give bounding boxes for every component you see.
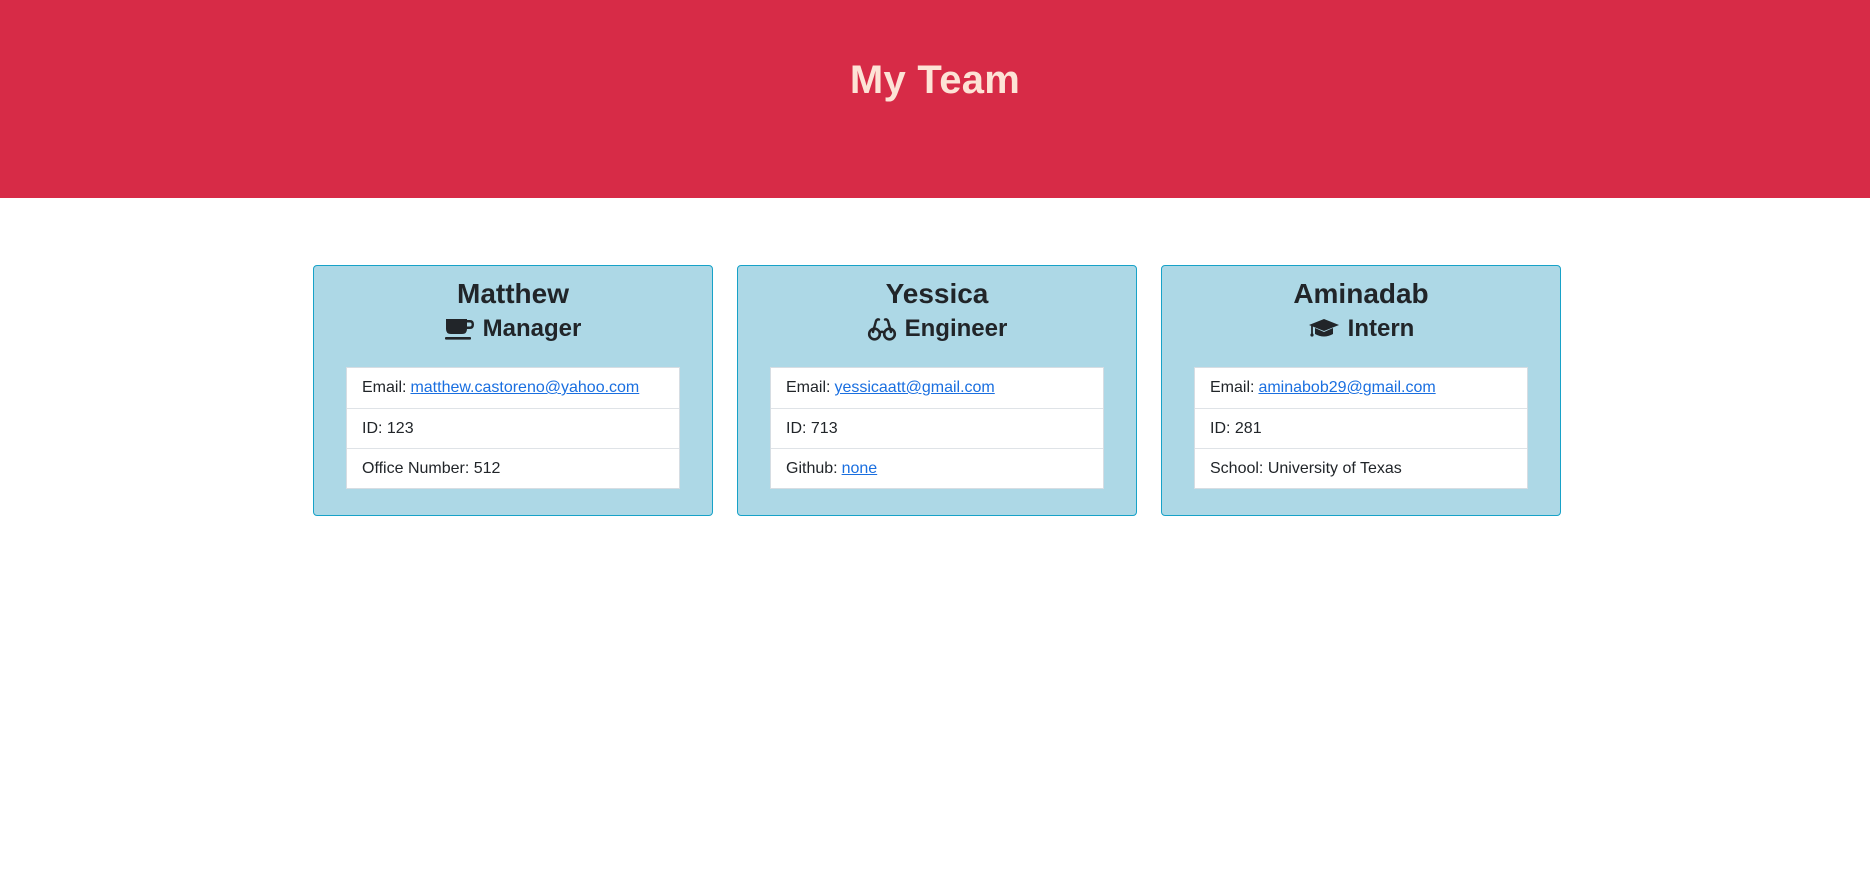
id-text: ID: 123	[362, 419, 414, 437]
glasses-icon	[867, 317, 897, 341]
office-number-text: Office Number: 512	[362, 459, 501, 477]
employee-details: Email: matthew.castoreno@yahoo.com ID: 1…	[346, 367, 680, 489]
id-text: ID: 281	[1210, 419, 1262, 437]
employee-role-label: Manager	[482, 315, 582, 342]
employee-name: Yessica	[885, 278, 989, 309]
header-banner: My Team	[0, 0, 1870, 198]
team-cards: Matthew Manager Email: matthew.castoreno…	[313, 265, 1561, 516]
office-number-row: Office Number: 512	[347, 448, 679, 488]
employee-name: Aminadab	[1293, 278, 1429, 309]
employee-role: Intern	[1162, 313, 1560, 345]
email-label: Email:	[1210, 379, 1255, 396]
employee-role-label: Intern	[1347, 315, 1415, 342]
employee-card-intern: Aminadab Intern Email: aminabob29@gmail.…	[1161, 265, 1561, 516]
github-label: Github:	[786, 459, 838, 477]
employee-role: Manager	[314, 313, 712, 345]
email-row: Email: yessicaatt@gmail.com	[771, 368, 1103, 408]
email-row: Email: aminabob29@gmail.com	[1195, 368, 1527, 408]
employee-name: Matthew	[457, 278, 569, 309]
employee-details: Email: yessicaatt@gmail.com ID: 713 Gith…	[770, 367, 1104, 489]
github-link[interactable]: none	[842, 460, 878, 478]
school-text: School: University of Texas	[1210, 459, 1402, 477]
email-label: Email:	[362, 379, 407, 396]
id-row: ID: 713	[771, 408, 1103, 448]
email-link[interactable]: aminabob29@gmail.com	[1258, 379, 1435, 397]
employee-card-manager: Matthew Manager Email: matthew.castoreno…	[313, 265, 713, 516]
email-label: Email:	[786, 379, 831, 396]
coffee-icon	[444, 317, 475, 341]
id-text: ID: 713	[786, 419, 838, 437]
id-row: ID: 281	[1195, 408, 1527, 448]
email-link[interactable]: yessicaatt@gmail.com	[834, 379, 994, 397]
employee-role-label: Engineer	[904, 315, 1008, 342]
email-row: Email: matthew.castoreno@yahoo.com	[347, 368, 679, 408]
email-link[interactable]: matthew.castoreno@yahoo.com	[410, 379, 639, 397]
employee-card-engineer: Yessica Engineer Email: yessicaatt@gmail…	[737, 265, 1137, 516]
github-row: Github: none	[771, 448, 1103, 488]
employee-details: Email: aminabob29@gmail.com ID: 281 Scho…	[1194, 367, 1528, 489]
graduation-cap-icon	[1308, 317, 1340, 341]
page-title: My Team	[849, 58, 1021, 102]
school-row: School: University of Texas	[1195, 448, 1527, 488]
id-row: ID: 123	[347, 408, 679, 448]
employee-role: Engineer	[738, 313, 1136, 345]
